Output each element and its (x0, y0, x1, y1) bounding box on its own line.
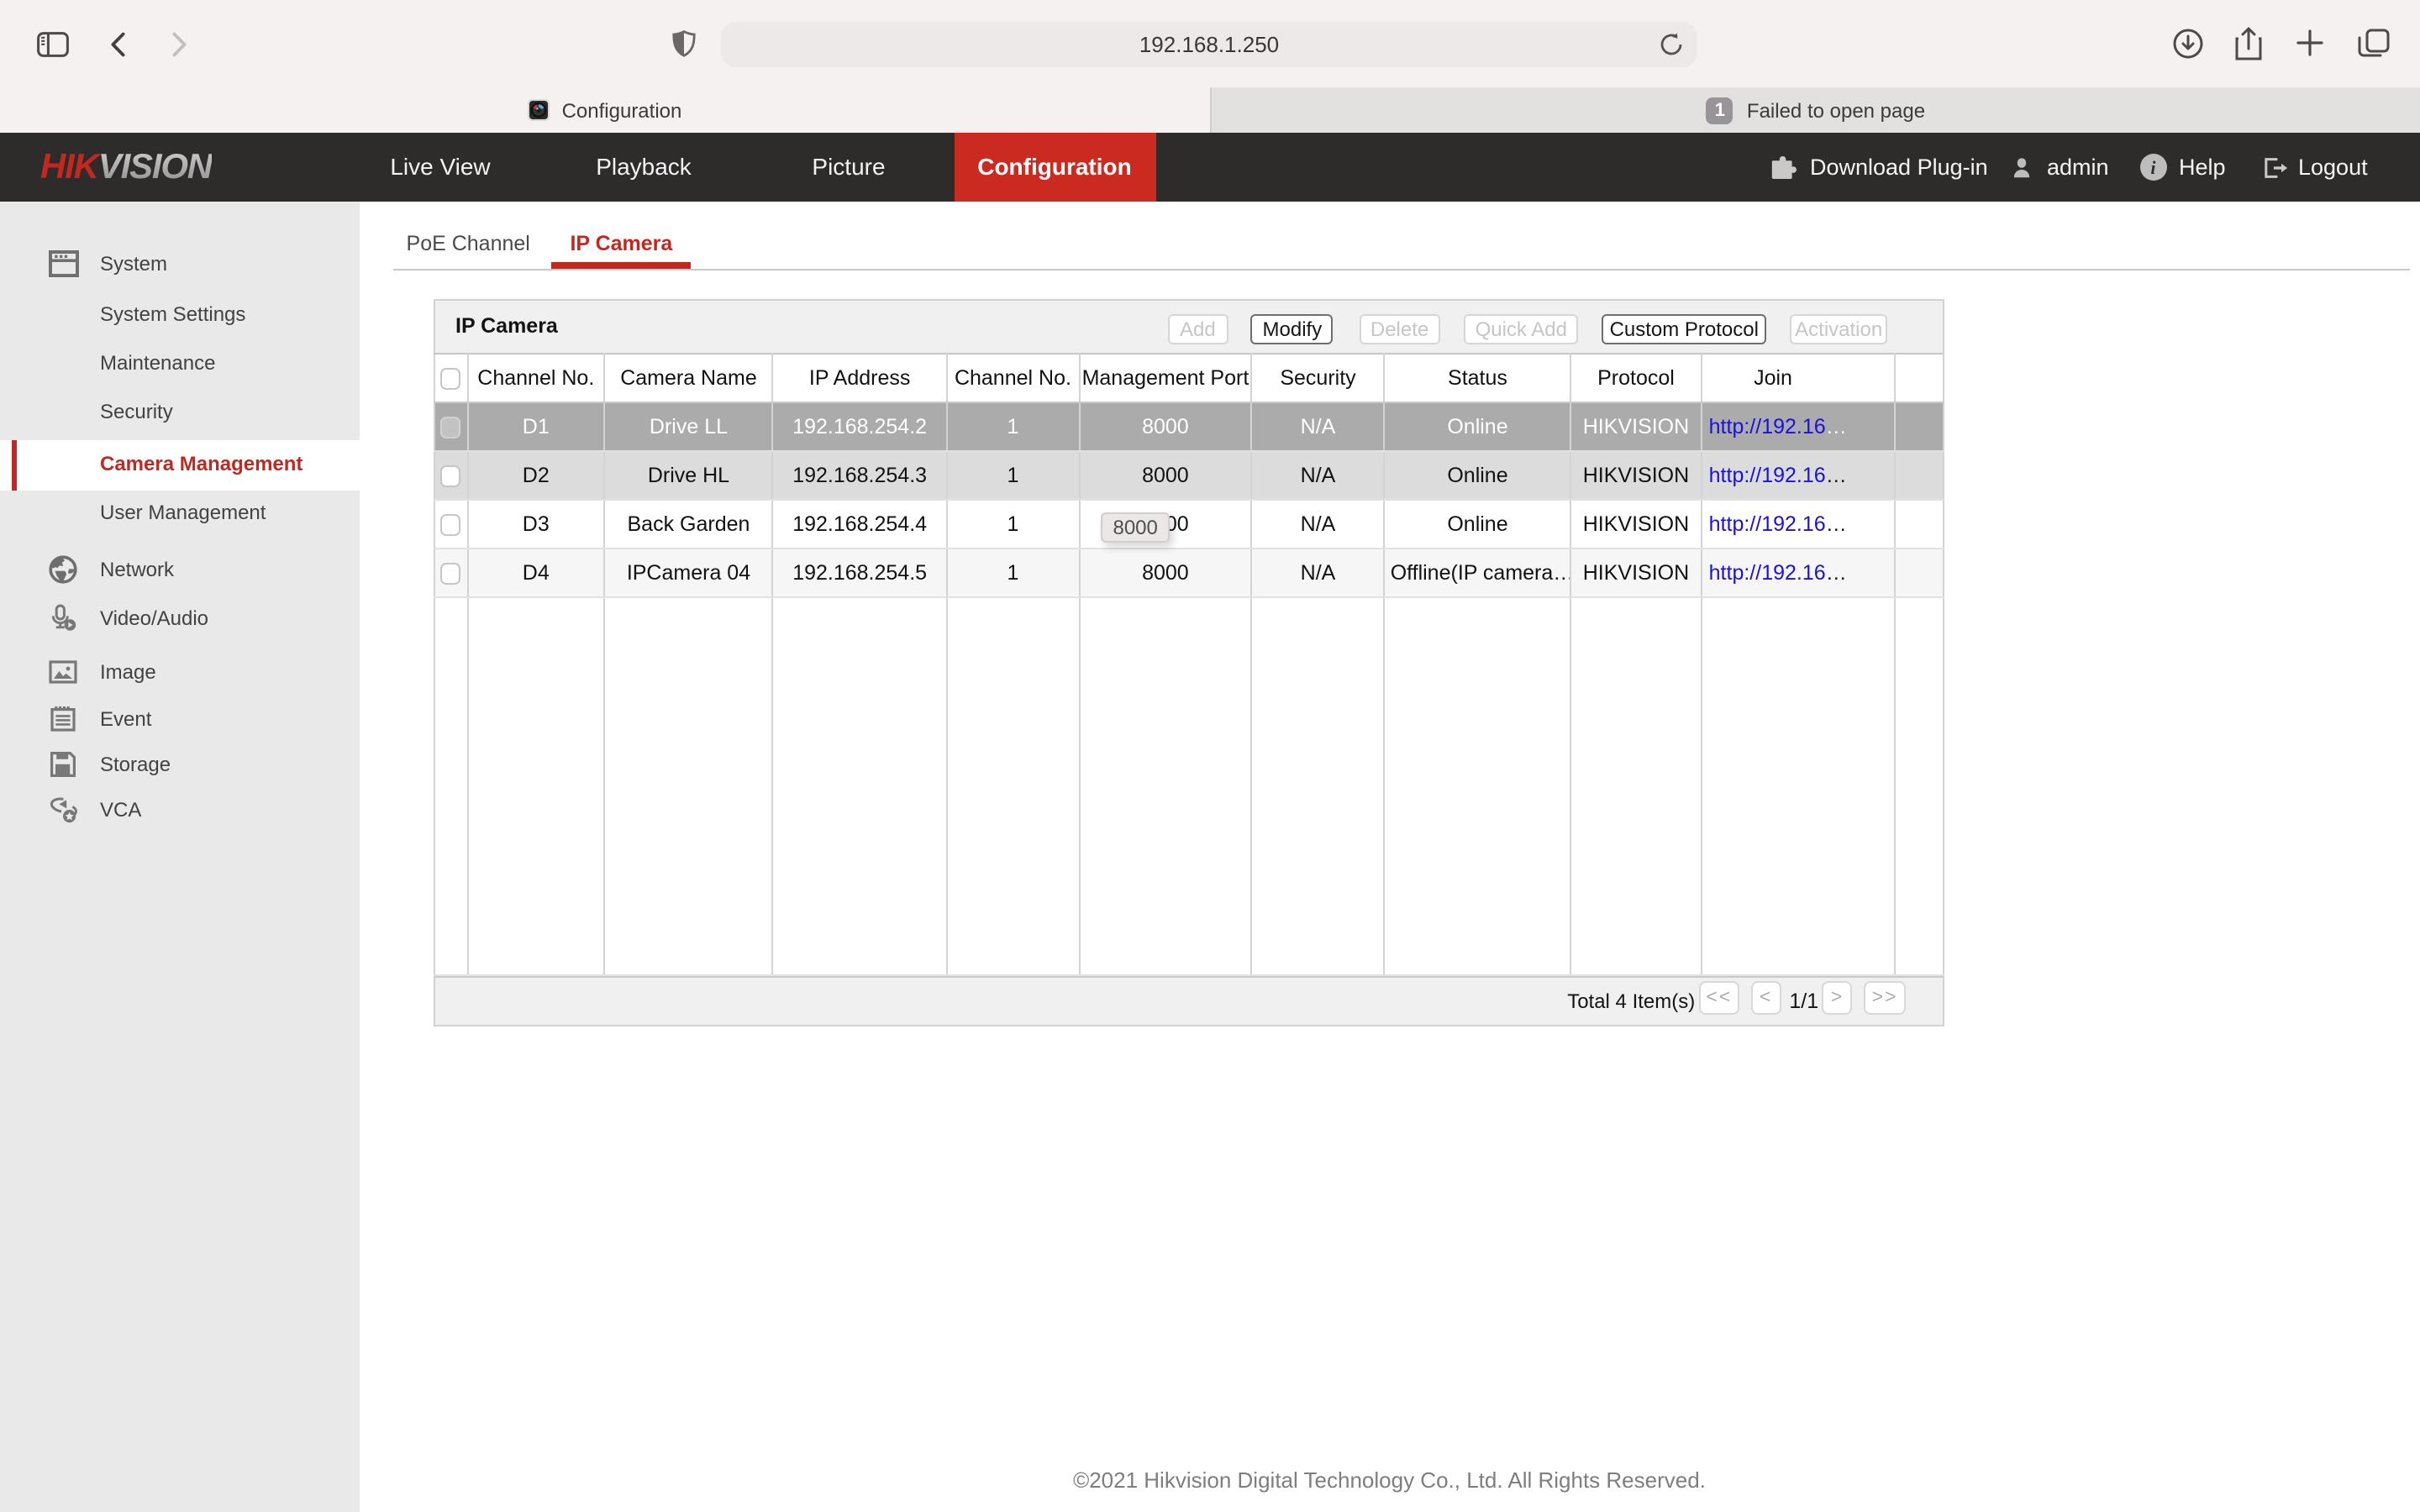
svg-text:i: i (2149, 157, 2155, 178)
